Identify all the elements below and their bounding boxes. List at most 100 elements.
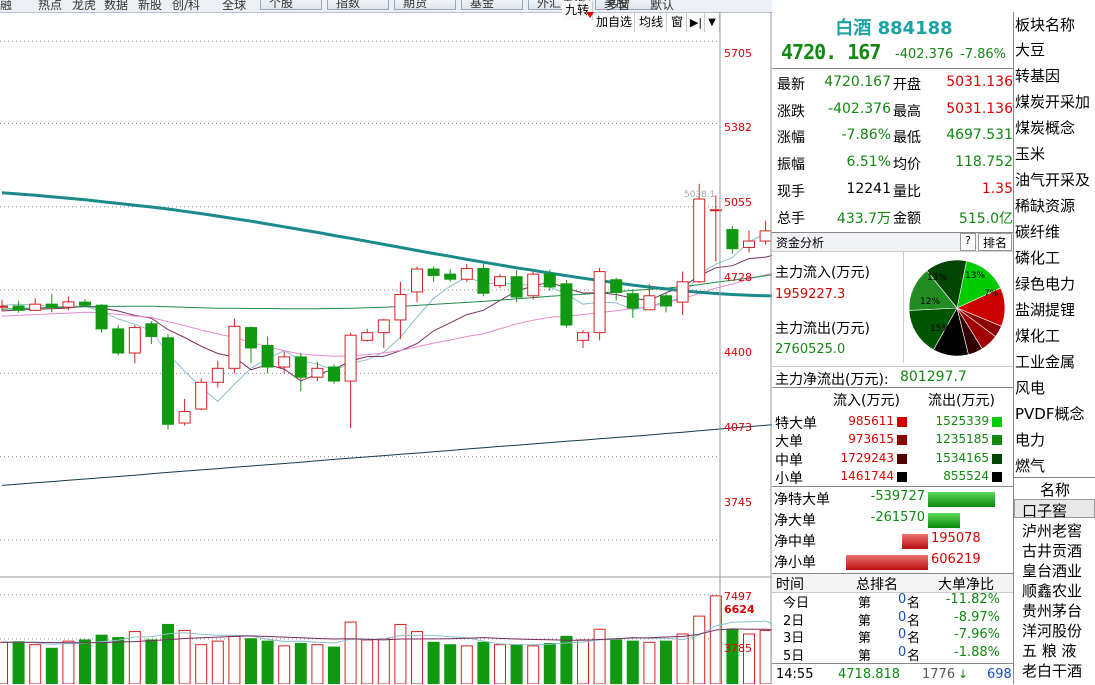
sector-item[interactable]: 磷化工 bbox=[1015, 247, 1060, 268]
quote-row: 总手 433.7万 金额 515.0亿 bbox=[775, 204, 1013, 230]
kline-chart[interactable] bbox=[0, 12, 772, 684]
rank-time: 3日 bbox=[783, 631, 805, 646]
net-row-value: -261570 bbox=[870, 510, 925, 525]
sector-item[interactable]: 绿色电力 bbox=[1015, 273, 1075, 294]
volume-bar bbox=[759, 629, 772, 684]
nav-button-fund[interactable]: 基金 bbox=[461, 0, 523, 10]
quote-label: 最低 bbox=[893, 130, 921, 147]
flow-in-value: 1729243 bbox=[840, 450, 894, 465]
pie-label: 13% bbox=[965, 271, 985, 281]
flow-row-label: 中单 bbox=[775, 452, 803, 469]
sector-list-header: 板块名称 bbox=[1015, 16, 1076, 34]
stock-name-item[interactable]: 老白干酒 bbox=[1022, 660, 1082, 681]
pie-label: 15% bbox=[927, 273, 947, 283]
flow-out-value: 1525339 bbox=[935, 414, 989, 428]
price-axis-label: 4073 bbox=[724, 421, 752, 434]
stock-name-item[interactable]: 五 粮 液 bbox=[1022, 640, 1077, 661]
flow-in-swatch bbox=[897, 471, 907, 482]
net-bar bbox=[928, 513, 960, 528]
volume-bar bbox=[543, 643, 556, 684]
candle bbox=[195, 378, 208, 411]
volume-bar bbox=[593, 628, 606, 684]
net-row-value: 195078 bbox=[931, 531, 981, 546]
volume-bar bbox=[693, 615, 706, 684]
quote-value: -7.86% bbox=[841, 127, 891, 144]
sector-item[interactable]: PVDF概念 bbox=[1015, 403, 1085, 424]
volume-bar bbox=[278, 645, 291, 684]
volume-bar bbox=[394, 623, 407, 684]
rank-prefix: 第 bbox=[858, 613, 872, 629]
stock-title: 白酒 884188 bbox=[835, 18, 953, 39]
stock-name-item[interactable]: 古井贡酒 bbox=[1022, 540, 1082, 561]
sector-item[interactable]: 工业金属 bbox=[1015, 351, 1075, 372]
main-inflow-label: 主力流入(万元) bbox=[775, 265, 870, 281]
candle bbox=[460, 263, 473, 282]
nav-button-index[interactable]: 指数 bbox=[327, 0, 389, 10]
quote-value: 6.51% bbox=[846, 154, 891, 171]
help-button[interactable]: ? bbox=[960, 233, 976, 251]
last-price-tag: 5038.1 bbox=[684, 190, 716, 200]
stock-name-item[interactable]: 口子窖 bbox=[1022, 500, 1067, 521]
net-bar bbox=[846, 555, 928, 570]
quote-row: 涨跌 -402.376 最高 5031.136 bbox=[775, 97, 1013, 123]
stock-name-item[interactable]: 洋河股份 bbox=[1022, 620, 1082, 641]
sector-item[interactable]: 风电 bbox=[1015, 377, 1045, 398]
quote-row: 最新 4720.167 开盘 5031.136 bbox=[775, 70, 1013, 96]
rank-number: 0 bbox=[898, 592, 907, 607]
stock-name-item[interactable]: 顺鑫农业 bbox=[1022, 580, 1082, 601]
candle bbox=[328, 364, 340, 384]
ma-line-ma10 bbox=[1, 255, 772, 382]
candle bbox=[29, 298, 42, 312]
tick-row: 14:55 4718.818 1776 ↓ 698 bbox=[772, 663, 1013, 685]
sector-item[interactable]: 燃气 bbox=[1015, 455, 1045, 476]
candle bbox=[477, 263, 490, 297]
rank-suffix: 名 bbox=[907, 613, 921, 629]
candle bbox=[577, 330, 589, 348]
rank-button[interactable]: 排名 bbox=[978, 233, 1012, 251]
stock-name-item[interactable]: 泸州老窖 bbox=[1022, 520, 1082, 541]
volume-bar bbox=[726, 628, 739, 684]
rank-time: 2日 bbox=[783, 613, 805, 629]
volume-bar bbox=[328, 646, 340, 684]
volume-bar bbox=[12, 641, 25, 684]
quote-value: 12241 bbox=[846, 180, 891, 197]
stock-name-item[interactable]: 皇台酒业 bbox=[1022, 560, 1082, 581]
volume-bar bbox=[676, 633, 689, 684]
nav-button-futures[interactable]: 期货 bbox=[394, 0, 456, 10]
sector-item[interactable]: 煤炭开采加 bbox=[1015, 91, 1090, 112]
sector-item[interactable]: 电力 bbox=[1015, 429, 1045, 450]
name-list-header: 名称 bbox=[1040, 481, 1071, 499]
sector-item[interactable]: 玉米 bbox=[1015, 143, 1045, 164]
price-axis-label: 4728 bbox=[724, 271, 752, 284]
quote-value: 5031.136 bbox=[946, 100, 1013, 117]
stock-change-pct: -7.86% bbox=[960, 47, 1006, 62]
net-row-value: 606219 bbox=[931, 552, 981, 567]
volume-bar bbox=[460, 645, 473, 684]
net-row-value: -539727 bbox=[870, 489, 925, 504]
sector-item[interactable]: 油气开采及 bbox=[1015, 169, 1090, 190]
stock-name-item[interactable]: 贵州茅台 bbox=[1022, 600, 1082, 621]
candle bbox=[79, 299, 91, 307]
sector-item[interactable]: 大豆 bbox=[1015, 39, 1045, 60]
sector-item[interactable]: 煤炭概念 bbox=[1015, 117, 1075, 138]
quote-value: 433.7万 bbox=[836, 210, 891, 227]
sector-item[interactable]: 煤化工 bbox=[1015, 325, 1060, 346]
candle bbox=[294, 353, 307, 392]
nav-button-stock[interactable]: 个股 bbox=[260, 0, 322, 10]
sector-item[interactable]: 稀缺资源 bbox=[1015, 195, 1075, 216]
sector-item[interactable]: 碳纤维 bbox=[1015, 221, 1060, 242]
quote-label: 现手 bbox=[777, 183, 805, 200]
quote-label: 振幅 bbox=[777, 157, 805, 174]
sector-item[interactable]: 转基因 bbox=[1015, 65, 1060, 86]
volume-bar bbox=[294, 643, 307, 684]
ma-line-ma5 bbox=[1, 232, 772, 403]
fund-pie-chart: 15% 13% 7% 12% 15% bbox=[908, 259, 1006, 357]
main-outflow-value: 2760525.0 bbox=[775, 342, 846, 357]
volume-bar bbox=[211, 640, 224, 684]
price-axis-label: 5382 bbox=[724, 121, 752, 134]
flow-out-swatch bbox=[992, 471, 1002, 482]
flow-in-value: 1461744 bbox=[840, 468, 894, 483]
rank-time: 今日 bbox=[783, 596, 810, 611]
sector-item[interactable]: 盐湖提锂 bbox=[1015, 299, 1075, 320]
flow-out-header: 流出(万元) bbox=[928, 393, 995, 409]
